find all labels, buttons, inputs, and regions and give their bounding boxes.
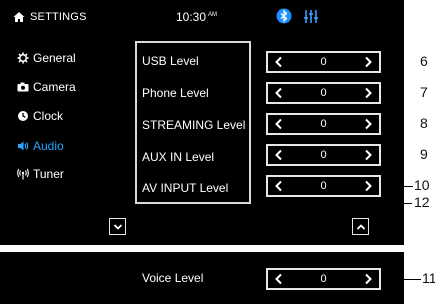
chevron-right-icon[interactable] [361,148,375,162]
callout-line-12 [251,203,412,204]
aux-in-level-stepper[interactable]: 0 [266,144,381,166]
page-title: SETTINGS [30,11,87,23]
callout-line-7 [381,93,397,94]
gear-icon [17,52,29,64]
callout-6: 6 [420,53,428,69]
home-icon[interactable] [13,10,25,22]
menu-item-camera[interactable]: Camera [17,78,76,96]
status-bar: SETTINGS 10:30 AM [0,0,404,34]
callout-8: 8 [420,115,428,131]
menu-label-tuner: Tuner [33,167,64,181]
menu-item-general[interactable]: General [17,49,76,67]
speaker-icon [17,140,29,152]
chevron-right-icon[interactable] [361,179,375,193]
callout-line-10 [381,186,413,187]
streaming-level-stepper[interactable]: 0 [266,113,381,135]
chevron-up-icon [356,224,366,230]
settings-screen: SETTINGS 10:30 AM General Camera Clock Au… [0,0,404,245]
usb-level-label: USB Level [142,54,199,68]
menu-item-audio[interactable]: Audio [17,137,64,155]
av-input-level-label: AV INPUT Level [142,181,229,195]
chevron-right-icon[interactable] [361,86,375,100]
menu-label-clock: Clock [33,109,64,123]
menu-label-camera: Camera [33,80,76,94]
antenna-icon [17,168,29,180]
equalizer-icon[interactable] [303,9,319,24]
menu-label-general: General [33,51,76,65]
clock-time: 10:30 AM [176,10,217,24]
time-ampm: AM [208,12,218,18]
callout-12: 12 [414,194,430,210]
clock-icon [17,110,29,122]
chevron-right-icon[interactable] [361,55,375,69]
callout-line-8 [381,124,397,125]
phone-level-stepper[interactable]: 0 [266,82,381,104]
voice-level-label: Voice Level [142,271,204,285]
callout-9: 9 [420,146,428,162]
callout-10: 10 [414,177,430,193]
menu-label-audio: Audio [33,139,64,153]
callout-line-6 [381,62,397,63]
camera-icon [17,81,29,93]
chevron-down-icon [113,224,123,230]
callout-7: 7 [420,84,428,100]
chevron-right-icon[interactable] [361,117,375,131]
menu-item-tuner[interactable]: Tuner [17,165,64,183]
aux-in-level-label: AUX IN Level [142,150,215,164]
callout-line-11 [381,279,421,280]
callout-11: 11 [422,270,435,286]
voice-level-stepper[interactable]: 0 [266,268,381,290]
av-input-level-stepper[interactable]: 0 [266,175,381,197]
voice-level-screen: Voice Level 0 [0,252,404,304]
scroll-down-button[interactable] [109,218,126,235]
menu-item-clock[interactable]: Clock [17,107,63,125]
scroll-up-button[interactable] [352,218,369,235]
streaming-level-label: STREAMING Level [142,118,246,132]
phone-level-label: Phone Level [142,86,209,100]
chevron-right-icon[interactable] [361,272,375,286]
callout-line-9 [381,155,397,156]
usb-level-stepper[interactable]: 0 [266,51,381,73]
bluetooth-icon[interactable] [276,8,292,24]
time-value: 10:30 [176,10,207,24]
